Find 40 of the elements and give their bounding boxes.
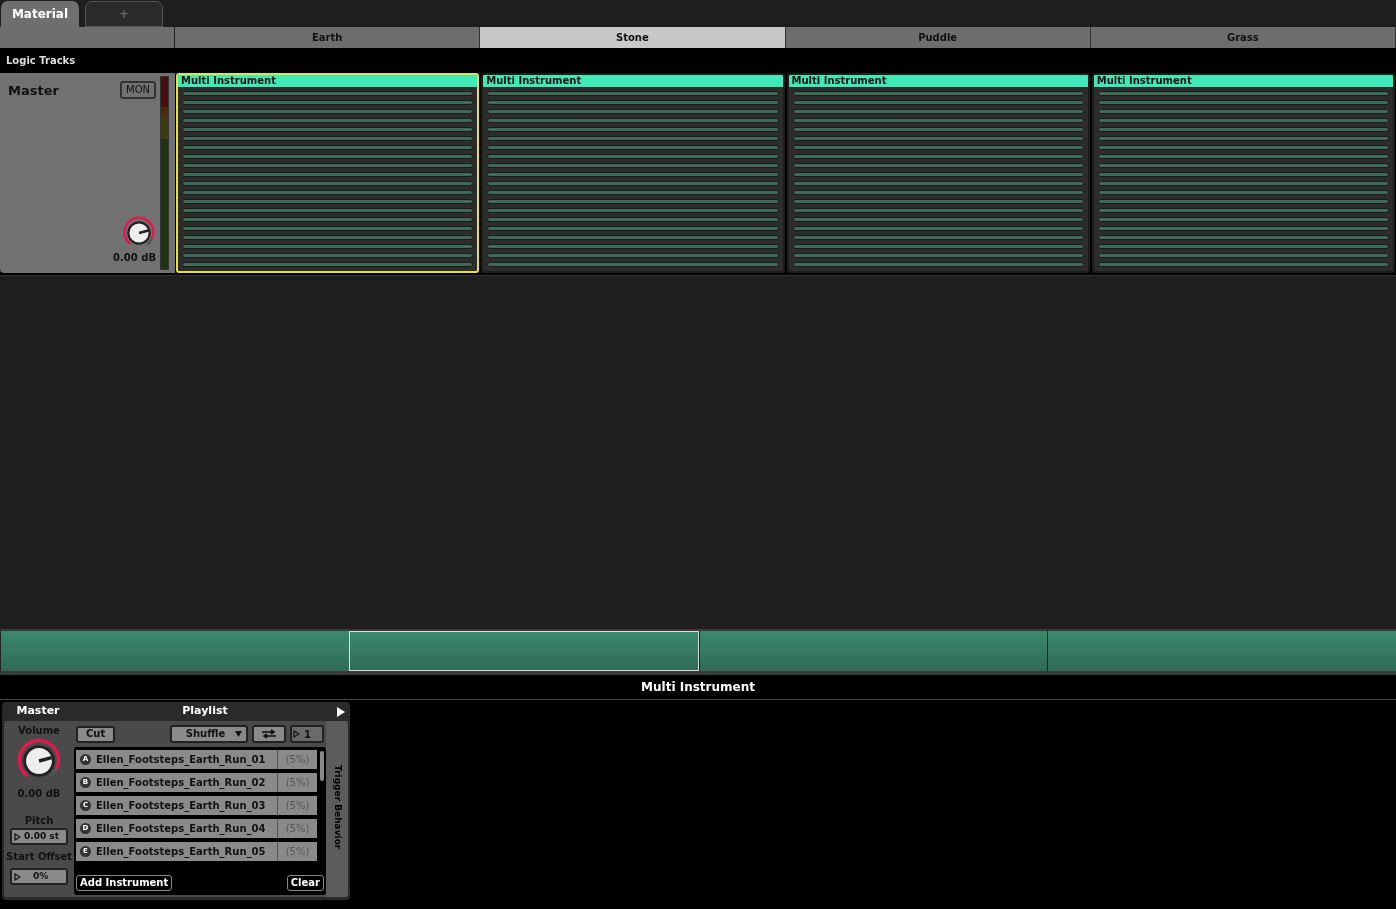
arrow-icon — [14, 832, 21, 841]
volume-readout: 0.00 dB — [17, 787, 61, 801]
pitch-field[interactable]: 0.00 st — [10, 828, 68, 845]
arrow-icon — [14, 872, 21, 881]
track-name: Master — [8, 82, 59, 100]
offset-field[interactable]: 0% — [10, 868, 68, 885]
caret-icon — [235, 731, 242, 737]
sound-name: Ellen_Footsteps_Earth_Run_01 — [96, 753, 267, 767]
repeat-button[interactable] — [252, 725, 286, 743]
play-icon[interactable] — [336, 705, 346, 718]
mode-dropdown[interactable]: Shuffle — [170, 725, 248, 743]
sound-name: Ellen_Footsteps_Earth_Run_04 — [96, 822, 267, 836]
column-header[interactable]: Stone — [480, 27, 786, 48]
field-label: Volume — [18, 724, 60, 738]
clip[interactable]: Multi Instrument — [786, 73, 1090, 273]
add-instrument-button[interactable]: Add Instrument — [76, 875, 173, 891]
clip-title: Multi Instrument — [1096, 75, 1192, 87]
cut-button[interactable]: Cut — [76, 725, 116, 743]
sound-name: Ellen_Footsteps_Earth_Run_02 — [96, 776, 267, 790]
section-label: Logic Tracks — [6, 54, 76, 68]
clip-title: Multi Instrument — [791, 75, 887, 87]
arrow-icon — [293, 730, 300, 738]
sound-name: Ellen_Footsteps_Earth_Run_05 — [96, 845, 267, 859]
panel-title: Playlist — [181, 703, 229, 720]
tab[interactable]: Material — [1, 1, 79, 27]
clear-button[interactable]: Clear — [286, 875, 324, 891]
volume-readout: 0.00 dB — [113, 251, 156, 265]
sound-name: Ellen_Footsteps_Earth_Run_03 — [96, 799, 267, 813]
repeat-icon — [262, 729, 276, 739]
monitor-button[interactable]: MON — [120, 81, 156, 99]
clip[interactable]: Multi Instrument — [481, 73, 785, 273]
panel-title: Master — [15, 703, 61, 720]
clip-title: Multi Instrument — [181, 75, 276, 87]
field-label: Start Offset — [5, 850, 72, 864]
editor-title: Multi Instrument — [641, 679, 755, 696]
scrollbar[interactable] — [320, 751, 324, 781]
clip[interactable]: Multi Instrument — [176, 73, 480, 273]
field-label: Pitch — [24, 814, 54, 828]
clip-title: Multi Instrument — [486, 75, 582, 87]
clip[interactable]: Multi Instrument — [1091, 73, 1395, 273]
